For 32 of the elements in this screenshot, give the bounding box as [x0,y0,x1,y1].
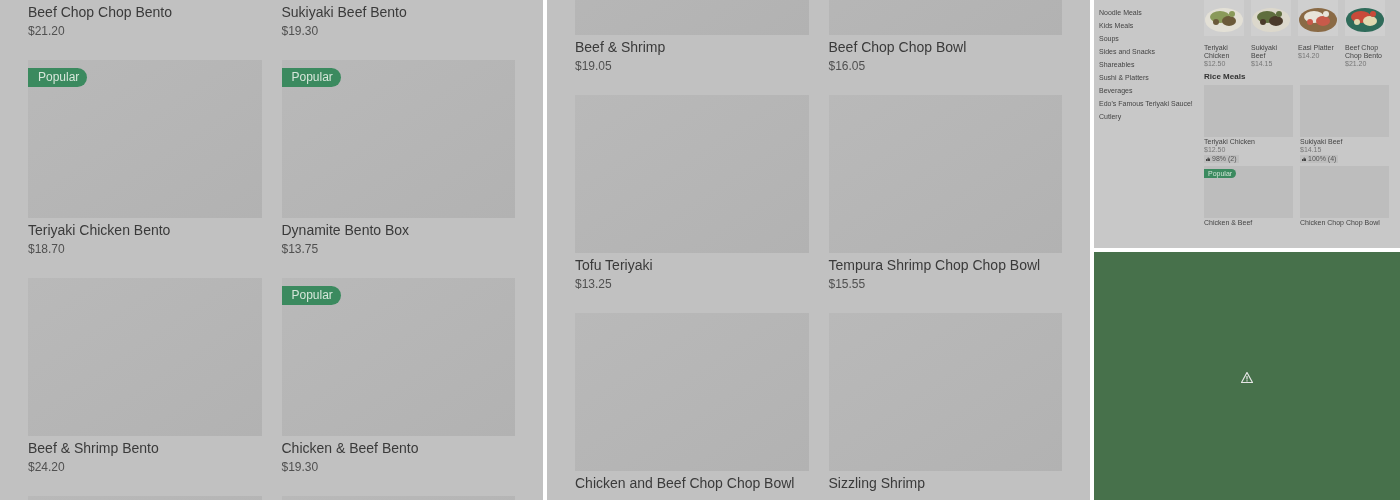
item-price: $18.70 [28,241,66,258]
image-placeholder[interactable]: Popular [281,278,515,436]
popular-badge: Popular [281,68,341,87]
item-name[interactable]: Sizzling Shrimp [828,474,1062,492]
popular-badge: Popular [28,68,88,87]
item-price: $19.05 [575,58,613,75]
item-price: $15.55 [828,276,867,293]
image-placeholder[interactable]: Popular [281,60,515,218]
item-name[interactable]: Beef & Shrimp Bento [28,439,262,457]
item-price: $16.05 [828,58,867,75]
item-name[interactable]: Tempura Shrimp Chop Chop Bowl [828,256,1062,274]
item-name[interactable]: Beef & Shrimp [575,38,809,56]
thumbs-up-icon [1302,157,1306,161]
item-name[interactable]: Tofu Teriyaki [575,256,809,274]
item-price: $13.75 [281,241,320,258]
warning-icon [1241,371,1253,383]
item-price: $19.30 [281,459,320,476]
item-name[interactable]: Sukiyaki Beef Bento [281,3,515,21]
section-title: Rice Meals [1204,72,1247,82]
image-placeholder[interactable]: Popular [28,60,262,218]
item-name[interactable]: Chicken and Beef Chop Chop Bowl [575,474,809,492]
item-price: $21.20 [28,23,66,40]
item-price: $13.25 [575,276,613,293]
item-name[interactable]: Beef Chop Chop Bento [28,3,262,21]
item-name[interactable]: Beef Chop Chop Bowl [828,38,1062,56]
popular-badge: Popular [281,286,341,305]
item-name[interactable]: Dynamite Bento Box [281,221,515,239]
item-name[interactable]: Chicken & Beef Bento [281,439,515,457]
thumbs-up-icon [1206,157,1210,161]
item-name[interactable]: Teriyaki Chicken Bento [28,221,262,239]
item-price: $19.30 [281,23,320,40]
item-price: $24.20 [28,459,66,476]
